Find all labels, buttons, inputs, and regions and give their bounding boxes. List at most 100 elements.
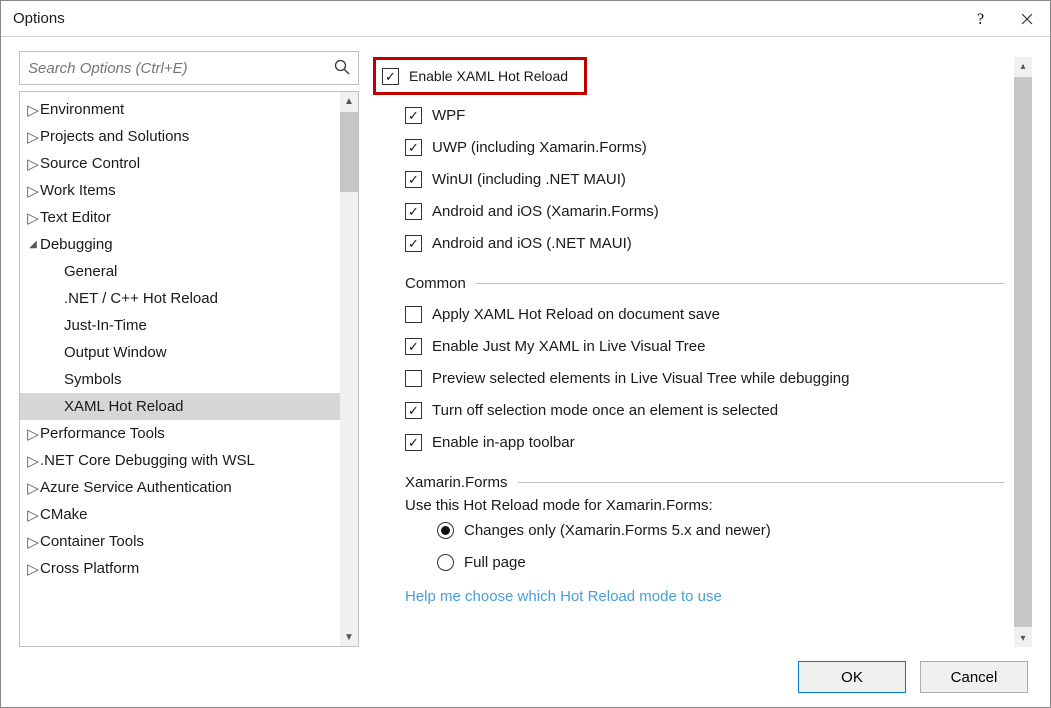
radio-label: Full page	[464, 554, 526, 571]
tree-item-label: Debugging	[40, 236, 113, 253]
option-label: Android and iOS (.NET MAUI)	[432, 235, 632, 252]
option-row: WinUI (including .NET MAUI)	[373, 163, 1004, 195]
tree-item-label: Symbols	[64, 371, 122, 388]
tree-item-performance-tools[interactable]: ▷Performance Tools	[20, 420, 358, 447]
option-row: WPF	[373, 99, 1004, 131]
tree-item-source-control[interactable]: ▷Source Control	[20, 150, 358, 177]
option-row: Android and iOS (.NET MAUI)	[373, 227, 1004, 259]
checkbox[interactable]	[405, 235, 422, 252]
tree-item-label: Environment	[40, 101, 124, 118]
scroll-up-icon[interactable]: ▲	[340, 92, 358, 110]
tree-item-label: .NET / C++ Hot Reload	[64, 290, 218, 307]
checkbox[interactable]	[405, 338, 422, 355]
tree-item-text-editor[interactable]: ▷Text Editor	[20, 204, 358, 231]
option-label: UWP (including Xamarin.Forms)	[432, 139, 647, 156]
enable-xaml-hot-reload-label: Enable XAML Hot Reload	[409, 68, 568, 84]
radio[interactable]	[437, 522, 454, 539]
option-label: Enable in-app toolbar	[432, 434, 575, 451]
common-header-label: Common	[405, 275, 466, 292]
chevron-down-icon[interactable]: ◢	[26, 239, 40, 250]
scroll-thumb[interactable]	[1014, 77, 1032, 627]
xamarin-hint: Use this Hot Reload mode for Xamarin.For…	[373, 497, 1004, 514]
radio-row: Changes only (Xamarin.Forms 5.x and newe…	[373, 514, 1004, 546]
option-row: Apply XAML Hot Reload on document save	[373, 298, 1004, 330]
common-section-header: Common	[405, 275, 1004, 292]
tree-item-label: Azure Service Authentication	[40, 479, 232, 496]
tree-item-label: Output Window	[64, 344, 167, 361]
scroll-thumb[interactable]	[340, 112, 358, 192]
left-panel: ▷Environment▷Projects and Solutions▷Sour…	[19, 51, 359, 647]
scroll-up-icon[interactable]: ▴	[1014, 57, 1032, 75]
chevron-right-icon[interactable]: ▷	[26, 155, 40, 173]
chevron-right-icon[interactable]: ▷	[26, 533, 40, 551]
checkbox[interactable]	[405, 370, 422, 387]
panel-scrollbar[interactable]: ▴ ▾	[1014, 57, 1032, 647]
tree-item-symbols[interactable]: Symbols	[20, 366, 358, 393]
radio-label: Changes only (Xamarin.Forms 5.x and newe…	[464, 522, 771, 539]
checkbox[interactable]	[405, 171, 422, 188]
tree-item-label: Projects and Solutions	[40, 128, 189, 145]
tree-item-cmake[interactable]: ▷CMake	[20, 501, 358, 528]
option-row: Enable Just My XAML in Live Visual Tree	[373, 330, 1004, 362]
tree-item-cross-platform[interactable]: ▷Cross Platform	[20, 555, 358, 582]
tree-item-label: Cross Platform	[40, 560, 139, 577]
titlebar: Options ?	[1, 1, 1050, 37]
tree-item-environment[interactable]: ▷Environment	[20, 96, 358, 123]
search-box[interactable]	[19, 51, 359, 85]
chevron-right-icon[interactable]: ▷	[26, 560, 40, 578]
divider	[518, 482, 1004, 483]
chevron-right-icon[interactable]: ▷	[26, 209, 40, 227]
help-button[interactable]: ?	[958, 1, 1004, 37]
enable-xaml-hot-reload-highlight: Enable XAML Hot Reload	[373, 57, 587, 95]
tree-item-azure-service-authentication[interactable]: ▷Azure Service Authentication	[20, 474, 358, 501]
chevron-right-icon[interactable]: ▷	[26, 101, 40, 119]
option-row: Turn off selection mode once an element …	[373, 394, 1004, 426]
chevron-right-icon[interactable]: ▷	[26, 128, 40, 146]
scroll-down-icon[interactable]: ▼	[340, 628, 358, 646]
chevron-right-icon[interactable]: ▷	[26, 182, 40, 200]
xamarin-header-label: Xamarin.Forms	[405, 474, 508, 491]
option-row: Preview selected elements in Live Visual…	[373, 362, 1004, 394]
tree-item-label: XAML Hot Reload	[64, 398, 184, 415]
tree-item--net-c-hot-reload[interactable]: .NET / C++ Hot Reload	[20, 285, 358, 312]
checkbox[interactable]	[405, 402, 422, 419]
dialog-content: ▷Environment▷Projects and Solutions▷Sour…	[1, 37, 1050, 647]
tree-scrollbar[interactable]: ▲ ▼	[340, 92, 358, 646]
chevron-right-icon[interactable]: ▷	[26, 506, 40, 524]
enable-xaml-hot-reload-checkbox[interactable]	[382, 68, 399, 85]
tree-item-container-tools[interactable]: ▷Container Tools	[20, 528, 358, 555]
cancel-button[interactable]: Cancel	[920, 661, 1028, 693]
chevron-right-icon[interactable]: ▷	[26, 425, 40, 443]
option-label: WinUI (including .NET MAUI)	[432, 171, 626, 188]
chevron-right-icon[interactable]: ▷	[26, 479, 40, 497]
close-button[interactable]	[1004, 1, 1050, 37]
tree-item-label: Just-In-Time	[64, 317, 147, 334]
checkbox[interactable]	[405, 306, 422, 323]
tree-item-general[interactable]: General	[20, 258, 358, 285]
scroll-down-icon[interactable]: ▾	[1014, 629, 1032, 647]
tree-item-debugging[interactable]: ◢Debugging	[20, 231, 358, 258]
checkbox[interactable]	[405, 434, 422, 451]
svg-text:?: ?	[977, 11, 984, 28]
window-title: Options	[13, 10, 958, 27]
radio[interactable]	[437, 554, 454, 571]
dialog-footer: OK Cancel	[1, 647, 1050, 707]
tree-item-just-in-time[interactable]: Just-In-Time	[20, 312, 358, 339]
checkbox[interactable]	[405, 203, 422, 220]
tree-item-projects-and-solutions[interactable]: ▷Projects and Solutions	[20, 123, 358, 150]
chevron-right-icon[interactable]: ▷	[26, 452, 40, 470]
search-icon[interactable]	[334, 59, 350, 78]
tree-item-label: .NET Core Debugging with WSL	[40, 452, 255, 469]
search-input[interactable]	[28, 60, 334, 77]
tree-item-label: CMake	[40, 506, 88, 523]
option-row: Enable in-app toolbar	[373, 426, 1004, 458]
checkbox[interactable]	[405, 107, 422, 124]
tree-item-output-window[interactable]: Output Window	[20, 339, 358, 366]
help-link[interactable]: Help me choose which Hot Reload mode to …	[373, 588, 1004, 605]
tree-item-xaml-hot-reload[interactable]: XAML Hot Reload	[20, 393, 358, 420]
category-tree: ▷Environment▷Projects and Solutions▷Sour…	[19, 91, 359, 647]
tree-item--net-core-debugging-with-wsl[interactable]: ▷.NET Core Debugging with WSL	[20, 447, 358, 474]
tree-item-work-items[interactable]: ▷Work Items	[20, 177, 358, 204]
ok-button[interactable]: OK	[798, 661, 906, 693]
checkbox[interactable]	[405, 139, 422, 156]
